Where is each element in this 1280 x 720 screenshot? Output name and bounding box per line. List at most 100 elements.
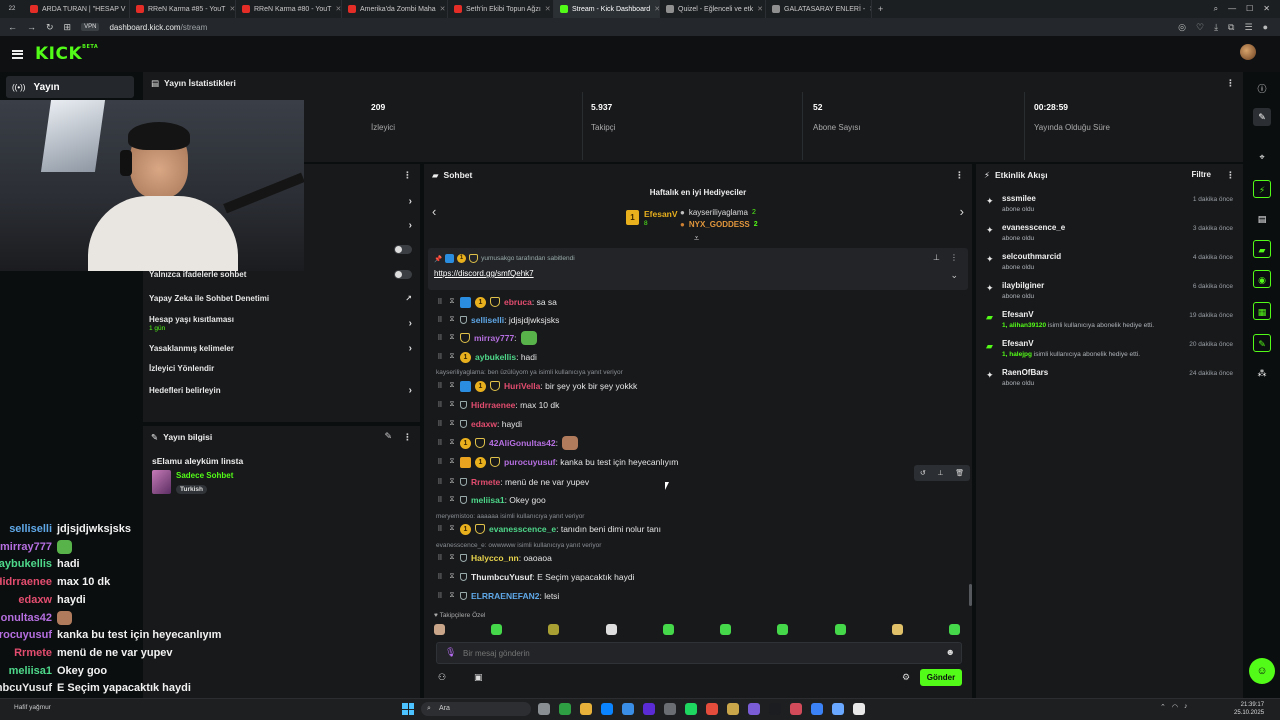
timeout-icon[interactable]: ⧖ xyxy=(448,592,456,600)
reply-context[interactable]: meryemistoo: aaaaaa isimli kullanıcıya y… xyxy=(436,513,584,520)
close-window-icon[interactable]: ✕ xyxy=(1263,4,1270,14)
chat-username[interactable]: Rrmete xyxy=(471,477,500,487)
drag-handle-icon[interactable]: ⠿ xyxy=(436,316,444,324)
chat-username[interactable]: ThumbcuYusuf xyxy=(471,572,532,582)
weather-widget[interactable]: Hafif yağmur xyxy=(14,704,51,711)
taskbar-app-icon[interactable] xyxy=(601,703,613,715)
chat-scrollbar[interactable] xyxy=(969,584,972,606)
clock[interactable]: 21:39:17 25.10.2025 xyxy=(1234,701,1264,717)
extensions-icon[interactable]: ⧉ xyxy=(1228,22,1234,33)
setting-banned-words[interactable]: Yasaklanmış kelimeler › xyxy=(149,343,412,354)
browser-tab[interactable]: Quizel - Eğlenceli ve etk ✕ xyxy=(660,0,766,18)
chat-username[interactable]: Halycco_nn xyxy=(471,553,519,563)
timeout-icon[interactable]: ⧖ xyxy=(448,439,456,447)
timeout-icon[interactable]: ⧖ xyxy=(448,316,456,324)
back-icon[interactable]: ← xyxy=(8,22,17,32)
vpn-badge[interactable]: VPN xyxy=(81,23,100,31)
bookmark-icon[interactable]: ♡ xyxy=(1196,22,1204,33)
support-chat-button[interactable]: ☺ xyxy=(1249,658,1275,684)
toggle-switch[interactable] xyxy=(394,245,412,254)
reload-icon[interactable]: ↻ xyxy=(46,22,54,33)
bolt-rail-icon[interactable]: ⚡ xyxy=(1253,180,1271,198)
drag-handle-icon[interactable]: ⠿ xyxy=(436,478,444,486)
maximize-icon[interactable]: ☐ xyxy=(1246,4,1253,14)
mic-icon[interactable]: 🎙 xyxy=(445,647,456,658)
setting-account-age[interactable]: Hesap yaşı kısıtlaması 1 gün › xyxy=(149,315,412,332)
toggle-switch[interactable] xyxy=(394,270,412,279)
taskbar-app-icon[interactable] xyxy=(706,703,718,715)
emote-icon[interactable] xyxy=(434,624,445,635)
browser-tab[interactable]: GALATASARAY ENLERİ -✕ xyxy=(766,0,872,18)
timeout-icon[interactable]: ⧖ xyxy=(448,554,456,562)
timeout-icon[interactable]: ⧖ xyxy=(448,382,456,390)
activity-username[interactable]: ilaybilginer xyxy=(1002,281,1044,290)
gifter-2[interactable]: ● kayseriliyaglama 2 xyxy=(680,208,756,217)
menu-icon[interactable] xyxy=(12,49,23,59)
activity-item[interactable]: ✦ selcouthmarcid abone oldu 4 dakika önce xyxy=(986,252,1233,278)
search-tabs-icon[interactable]: ⌕ xyxy=(1214,4,1218,14)
taskbar-app-icon[interactable] xyxy=(853,703,865,715)
poll-icon[interactable]: ⚇ xyxy=(438,672,446,683)
drag-handle-icon[interactable]: ⠿ xyxy=(436,353,444,361)
tab-close-icon[interactable]: ✕ xyxy=(545,5,551,13)
chat-message[interactable]: ⠿ ⧖ 1 ebruca: sa sa xyxy=(436,294,962,310)
emote-icon[interactable] xyxy=(662,624,674,635)
chat-message[interactable]: ⠿ ⧖ Halycco_nn: oaoaoa xyxy=(436,550,962,566)
timeout-icon[interactable]: ⧖ xyxy=(448,298,456,306)
taskbar-search[interactable]: ⌕ Ara xyxy=(421,702,531,716)
chat-rail-icon[interactable]: ▰ xyxy=(1253,240,1271,258)
download-icon[interactable]: ⤓ xyxy=(1214,22,1218,33)
chat-username[interactable]: mirray777 xyxy=(474,333,514,343)
activity-username[interactable]: RaenOfBars xyxy=(1002,368,1048,377)
nav-item-stream[interactable]: ((•)) Yayın xyxy=(6,76,134,98)
timeout-icon[interactable]: ⧖ xyxy=(448,525,456,533)
chat-menu-icon[interactable]: ⋮ xyxy=(955,170,964,181)
settings-gear-icon[interactable]: ⚙ xyxy=(902,672,910,683)
reply-context[interactable]: kayseriliyaglama: ben üzülüyom ya isimli… xyxy=(436,369,623,376)
info-icon[interactable]: ⓘ xyxy=(1253,80,1271,98)
taskbar-app-icon[interactable] xyxy=(559,703,571,715)
chat-username[interactable]: ELRRAENEFAN2 xyxy=(471,591,539,601)
chat-username[interactable]: Hidrraenee xyxy=(471,400,515,410)
edit-icon[interactable]: ✎ xyxy=(384,431,392,442)
emote-icon[interactable] xyxy=(605,624,617,635)
emote-icon[interactable] xyxy=(720,624,732,635)
chat-message[interactable]: ⠿ ⧖ meliisa1: Okey goo xyxy=(436,492,962,508)
stats-menu-icon[interactable]: ⋮ xyxy=(1226,78,1235,89)
timeout-icon[interactable]: ⧖ xyxy=(448,420,456,428)
chat-message[interactable]: ⠿ ⧖ 1 evanesscence_e: tanıdın beni dimi nol… xyxy=(436,521,962,537)
apps-icon[interactable]: ⁂ xyxy=(1253,364,1271,382)
taskbar-app-icon[interactable] xyxy=(643,703,655,715)
activity-username[interactable]: selcouthmarcid xyxy=(1002,252,1061,261)
pinned-link[interactable]: https://discord.gg/smfQehk7 xyxy=(434,269,534,278)
chat-message[interactable]: ⠿ ⧖ ELRRAENEFAN2: letsi xyxy=(436,588,962,604)
easy-setup-icon[interactable]: ☰ xyxy=(1244,22,1252,33)
start-icon[interactable] xyxy=(402,703,414,715)
chat-input-box[interactable]: 🎙 ☻ xyxy=(436,642,962,664)
drag-handle-icon[interactable]: ⠿ xyxy=(436,458,444,466)
chat-username[interactable]: 42AliGonultas42 xyxy=(489,438,556,448)
top-gifter-name[interactable]: EfesanV xyxy=(644,209,678,219)
prev-arrow-icon[interactable]: ‹ xyxy=(432,204,436,219)
camera-icon[interactable]: ◎ xyxy=(1178,22,1186,33)
reply-context[interactable]: evanesscence_e: owwwww isimli kullanıcıy… xyxy=(436,542,601,549)
drag-handle-icon[interactable]: ⠿ xyxy=(436,439,444,447)
timeout-icon[interactable]: ⧖ xyxy=(448,496,456,504)
volume-icon[interactable]: ♪ xyxy=(1184,703,1188,711)
new-tab-button[interactable]: + xyxy=(872,4,883,14)
activity-item[interactable]: ✦ evanesscence_e abone oldu 3 dakika önce xyxy=(986,223,1233,249)
next-arrow-icon[interactable]: › xyxy=(960,204,964,219)
taskbar-app-icon[interactable] xyxy=(580,703,592,715)
forward-icon[interactable]: → xyxy=(27,22,36,32)
activity-username[interactable]: sssmilee xyxy=(1002,194,1036,203)
expand-icon[interactable]: ⌄ xyxy=(950,270,958,281)
emote-icon[interactable] xyxy=(948,624,960,635)
activity-menu-icon[interactable]: ⋮ xyxy=(1226,170,1235,181)
timeout-icon[interactable]: ⧖ xyxy=(448,573,456,581)
tab-close-icon[interactable]: ✕ xyxy=(440,5,446,13)
tab-close-icon[interactable]: ✕ xyxy=(229,5,235,13)
chat-message[interactable]: ⠿ ⧖ 1 HuriVella: bir şey yok bir şey yokkk xyxy=(436,378,962,394)
setting-redirect-viewers[interactable]: İzleyici Yönlendir xyxy=(149,364,412,373)
chat-username[interactable]: selliselli xyxy=(471,315,504,325)
category-thumbnail[interactable] xyxy=(152,470,171,494)
